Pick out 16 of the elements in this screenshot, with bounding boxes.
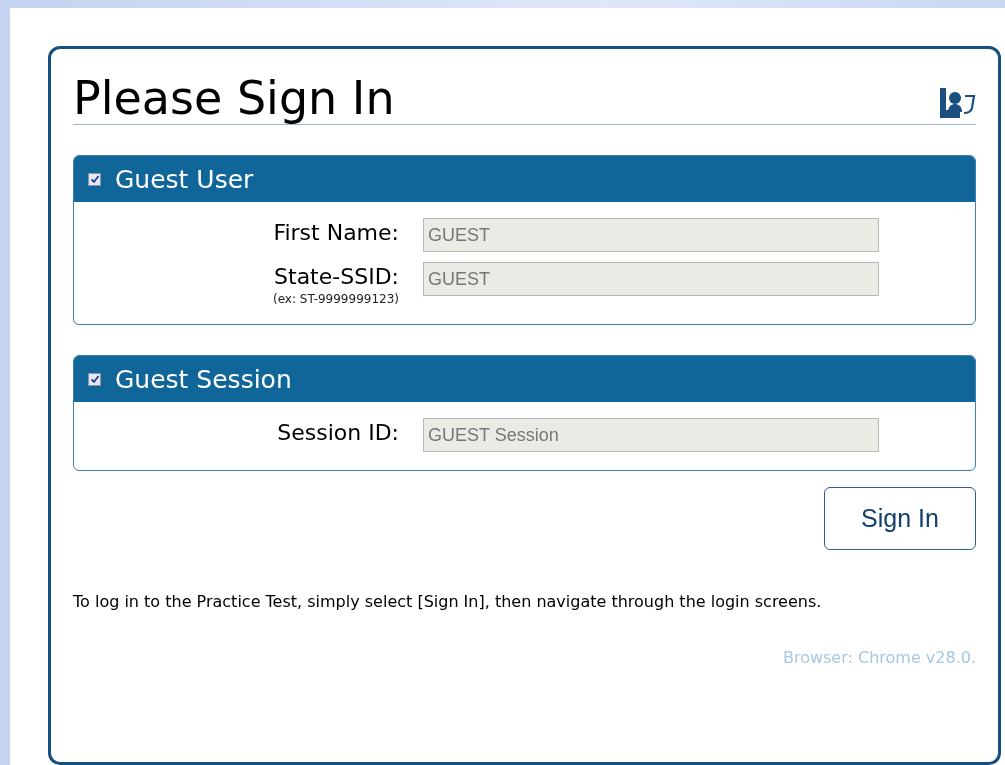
instructions-text: To log in to the Practice Test, simply select [Sign In], then navigate through the login screens. [73, 593, 823, 610]
checkbox[interactable] [88, 372, 101, 386]
field-label: State-SSID: [274, 263, 399, 291]
field-label: First Name: [273, 219, 399, 247]
checkbox[interactable] [88, 172, 101, 186]
input-field[interactable]: GUEST [423, 262, 879, 296]
field-label: Session ID: [277, 419, 399, 447]
input-field[interactable]: GUEST Session [423, 418, 879, 452]
browser-info: Browser: Chrome v28.0. [781, 648, 976, 667]
person-in-seat-icon [938, 88, 976, 118]
section-title: Guest User [115, 164, 254, 194]
input-field[interactable]: GUEST [423, 218, 879, 252]
field-hint: (ex: ST-9999999123) [272, 292, 399, 306]
sign-in-button[interactable]: Sign In [824, 487, 976, 550]
section-title: Guest Session [115, 364, 292, 394]
page-title: Please Sign In [73, 72, 395, 124]
